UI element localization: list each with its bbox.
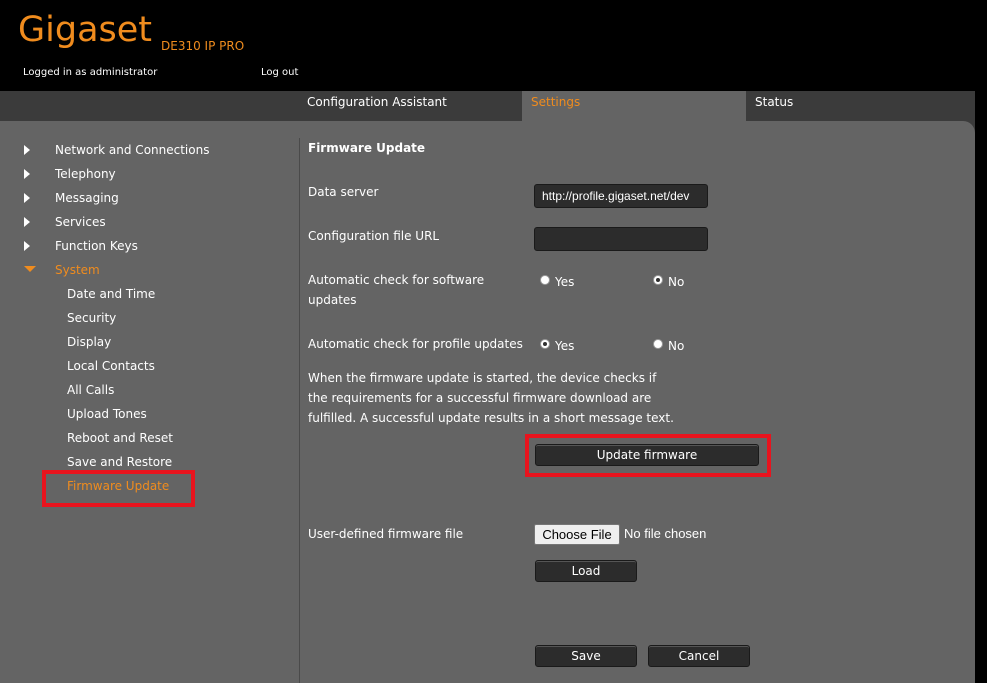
expand-arrow-icon[interactable]: [24, 193, 30, 203]
sidebar-item-messaging[interactable]: Messaging: [55, 191, 119, 205]
tab-status[interactable]: Status: [746, 91, 975, 121]
auto-sw-check-no-label[interactable]: No: [668, 275, 684, 289]
panel-corner: [951, 121, 975, 145]
sidebar-item-date-time[interactable]: Date and Time: [67, 287, 155, 301]
auto-sw-check-yes-radio[interactable]: [540, 275, 550, 285]
sidebar-item-security[interactable]: Security: [67, 311, 116, 325]
collapse-arrow-icon[interactable]: [24, 266, 36, 272]
data-server-label: Data server: [308, 185, 379, 199]
sidebar-item-reboot-reset[interactable]: Reboot and Reset: [67, 431, 173, 445]
config-file-url-field[interactable]: [534, 227, 708, 251]
sidebar-item-system[interactable]: System: [55, 263, 100, 277]
choose-file-button[interactable]: Choose File: [534, 524, 620, 545]
sidebar-item-save-restore[interactable]: Save and Restore: [67, 455, 172, 469]
logged-in-status: Logged in as administrator: [23, 67, 158, 78]
sidebar-item-network[interactable]: Network and Connections: [55, 143, 209, 157]
highlight-update-firmware: [525, 434, 771, 477]
expand-arrow-icon[interactable]: [24, 145, 30, 155]
firmware-update-info: When the firmware update is started, the…: [308, 371, 674, 425]
config-file-url-label: Configuration file URL: [308, 229, 440, 243]
load-button[interactable]: Load: [535, 560, 637, 582]
expand-arrow-icon[interactable]: [24, 241, 30, 251]
sidebar-item-services[interactable]: Services: [55, 215, 106, 229]
tab-settings[interactable]: Settings: [522, 91, 746, 121]
user-firmware-file-label: User-defined firmware file: [308, 527, 464, 541]
sidebar-item-all-calls[interactable]: All Calls: [67, 383, 114, 397]
page-title: Firmware Update: [308, 141, 426, 155]
cancel-button[interactable]: Cancel: [648, 645, 750, 667]
auto-sw-check-label: Automatic check for software updates: [308, 270, 484, 310]
tab-configuration-assistant[interactable]: Configuration Assistant: [298, 91, 522, 121]
device-model: DE310 IP PRO: [161, 39, 245, 53]
expand-arrow-icon[interactable]: [24, 217, 30, 227]
auto-sw-check-yes-label[interactable]: Yes: [555, 275, 574, 289]
auto-profile-check-no-radio[interactable]: [653, 339, 663, 349]
expand-arrow-icon[interactable]: [24, 169, 30, 179]
auto-sw-check-label-line2: updates: [308, 293, 357, 307]
save-button[interactable]: Save: [535, 645, 637, 667]
sidebar-item-telephony[interactable]: Telephony: [55, 167, 116, 181]
gigaset-logo: Gigaset: [18, 10, 153, 50]
logout-link[interactable]: Log out: [261, 67, 298, 78]
auto-sw-check-no-radio[interactable]: [653, 275, 663, 285]
sidebar-item-local-contacts[interactable]: Local Contacts: [67, 359, 155, 373]
data-server-field[interactable]: http://profile.gigaset.net/dev: [534, 184, 708, 208]
auto-sw-check-label-line1: Automatic check for software: [308, 273, 485, 287]
file-chosen-status: No file chosen: [624, 526, 707, 541]
auto-profile-check-label: Automatic check for profile updates: [308, 337, 523, 351]
sidebar-divider: [299, 138, 300, 683]
highlight-firmware-update: [42, 470, 195, 507]
main-tab-bar: Configuration Assistant Settings Status: [0, 91, 975, 121]
sidebar-item-function-keys[interactable]: Function Keys: [55, 239, 138, 253]
app-root: Gigaset DE310 IP PRO Logged in as admini…: [0, 0, 987, 683]
sidebar-item-display[interactable]: Display: [67, 335, 111, 349]
auto-profile-check-no-label[interactable]: No: [668, 339, 684, 353]
sidebar-item-upload-tones[interactable]: Upload Tones: [67, 407, 147, 421]
auto-profile-check-yes-radio[interactable]: [540, 339, 550, 349]
auto-profile-check-yes-label[interactable]: Yes: [555, 339, 574, 353]
